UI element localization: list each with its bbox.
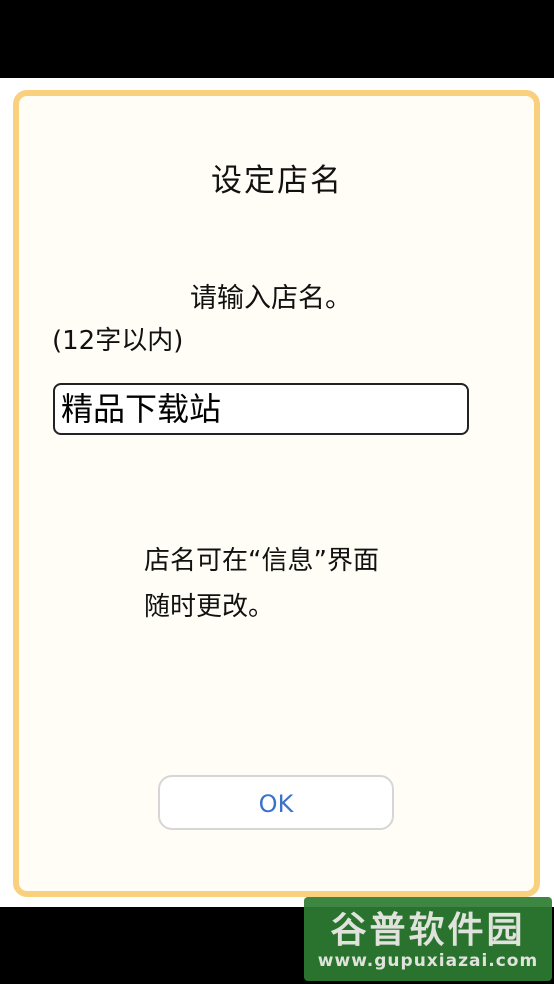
app-screen: 设定店名 请输入店名。 (12字以内) 店名可在“信息”界面 随时更改。 OK … xyxy=(0,0,554,984)
dialog-title: 设定店名 xyxy=(211,163,343,199)
shop-name-input[interactable] xyxy=(53,383,469,435)
watermark-brand: 谷普软件园 xyxy=(330,910,526,951)
ok-button[interactable]: OK xyxy=(158,775,394,830)
info-message-line: 随时更改。 xyxy=(144,592,275,622)
top-black-bar xyxy=(0,0,554,78)
info-message: 店名可在“信息”界面 随时更改。 xyxy=(144,538,379,630)
input-prompt: 请输入店名。 xyxy=(190,283,352,314)
info-message-line: 店名可在“信息”界面 xyxy=(144,546,379,576)
watermark-url: www.gupuxiazai.com xyxy=(317,951,539,971)
watermark-logo: 谷普软件园 www.gupuxiazai.com xyxy=(304,897,552,981)
character-limit-hint: (12字以内) xyxy=(52,326,184,356)
